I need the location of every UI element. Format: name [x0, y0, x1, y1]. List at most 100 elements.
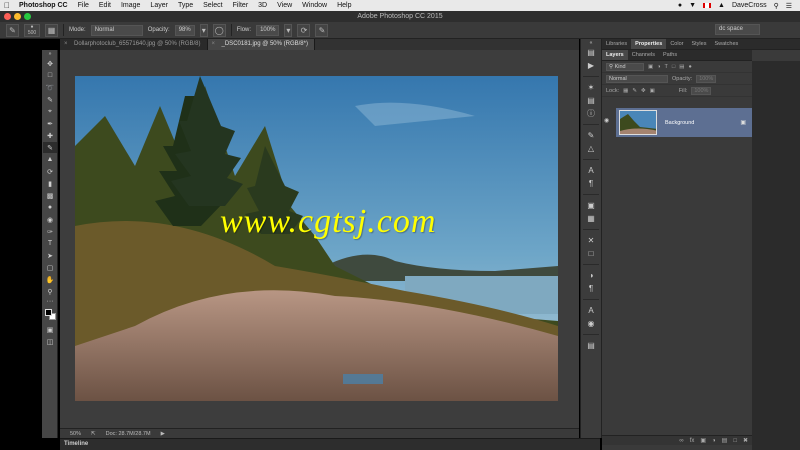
eraser-tool-icon[interactable]: ▮ [43, 178, 57, 189]
delete-layer-icon[interactable]: ✖ [743, 437, 748, 444]
tab-paths[interactable]: Paths [659, 50, 681, 60]
eyedropper-tool-icon[interactable]: ✒ [43, 118, 57, 129]
share-icon[interactable]: ⇱ [91, 431, 96, 437]
brush-tool-icon[interactable]: ✎ [43, 142, 57, 153]
mode-select[interactable]: Normal [90, 24, 143, 36]
workspace-select[interactable]: dc space [715, 24, 760, 35]
lock-position-icon[interactable]: ✥ [641, 88, 646, 94]
new-group-icon[interactable]: ▤ [722, 437, 728, 444]
adjustment-layer-icon[interactable]: ◑ [712, 438, 716, 444]
canada-flag-icon[interactable] [703, 3, 712, 8]
dock-collapse-icon[interactable]: « [581, 39, 601, 46]
apple-icon[interactable]:  [0, 1, 14, 10]
tab-properties[interactable]: Properties [631, 39, 667, 49]
move-tool-icon[interactable]: ✥ [43, 58, 57, 69]
airbrush-icon[interactable]: ⟳ [297, 23, 311, 37]
menu-type[interactable]: Type [173, 2, 198, 9]
3d-panel-icon[interactable]: ◉ [581, 317, 601, 330]
panel-collapse-icon[interactable]: » [43, 51, 57, 57]
doc-size[interactable]: Doc: 28.7M/28.7M [106, 431, 151, 437]
zoom-level[interactable]: 50% [70, 431, 81, 437]
navigator-panel-icon[interactable]: ✶ [581, 81, 601, 94]
layer-row-background[interactable]: Background ▣ [616, 108, 752, 137]
history-panel-icon[interactable]: ▤ [581, 46, 601, 59]
filter-toggle-icon[interactable]: ● [688, 64, 691, 70]
screen-mode-icon[interactable]: ◫ [43, 336, 57, 347]
brush-size-picker[interactable]: ● 500 [24, 23, 40, 37]
menu-file[interactable]: File [73, 2, 94, 9]
list-icon[interactable]: ☰ [786, 2, 792, 10]
pressure-opacity-icon[interactable]: ◯ [212, 23, 226, 37]
status-menu-icon[interactable]: ▶ [161, 431, 165, 437]
new-layer-icon[interactable]: □ [733, 438, 737, 444]
paragraph-panel-icon[interactable]: ¶ [581, 177, 601, 190]
layer-style-icon[interactable]: fx [690, 438, 695, 444]
filter-pixel-icon[interactable]: ▣ [648, 64, 653, 70]
blend-mode-select[interactable]: Normal [606, 74, 668, 83]
zoom-tool-icon[interactable]: ⚲ [43, 286, 57, 297]
menu-layer[interactable]: Layer [145, 2, 173, 9]
marquee-tool-icon[interactable]: □ [43, 70, 57, 81]
gradient-tool-icon[interactable]: ▩ [43, 190, 57, 201]
actions-panel-icon[interactable]: ▶ [581, 59, 601, 72]
volume-icon[interactable]: ▲ [718, 2, 725, 9]
doc-tab-dollarphotoclub[interactable]: × Dollarphotoclub_65571640.jpg @ 50% (RG… [60, 39, 208, 50]
history-brush-tool-icon[interactable]: ⟳ [43, 166, 57, 177]
layer-lock-icon[interactable]: ▣ [740, 119, 746, 126]
add-mask-icon[interactable]: ▣ [700, 437, 706, 444]
character-panel-icon[interactable]: A [581, 164, 601, 177]
adjustments-panel-icon[interactable]: ◑ [581, 269, 601, 282]
layer-visibility-icon[interactable]: ◉ [604, 117, 609, 124]
hand-tool-icon[interactable]: ✋ [43, 274, 57, 285]
opacity-field[interactable]: 98% [174, 24, 195, 36]
filter-smart-object-icon[interactable]: ▤ [679, 64, 684, 70]
tab-swatches[interactable]: Swatches [710, 39, 742, 49]
notes-panel-icon[interactable]: □ [581, 247, 601, 260]
close-tab-icon[interactable]: × [64, 39, 68, 50]
pen-tool-icon[interactable]: ✑ [43, 226, 57, 237]
user-name[interactable]: DaveCross [732, 2, 767, 9]
creative-cloud-icon[interactable]: ● [678, 2, 682, 9]
paragraph-styles-icon[interactable]: ¶ [581, 282, 601, 295]
lock-paint-icon[interactable]: ✎ [632, 88, 637, 94]
flow-dropdown-icon[interactable]: ▾ [284, 23, 293, 37]
tab-color[interactable]: Color [666, 39, 687, 49]
type-tool-icon[interactable]: T [43, 238, 57, 249]
menu-edit[interactable]: Edit [94, 2, 116, 9]
foreground-color-swatch[interactable] [45, 309, 52, 316]
dodge-tool-icon[interactable]: ◉ [43, 214, 57, 225]
tab-styles[interactable]: Styles [687, 39, 710, 49]
glyphs-panel-icon[interactable]: ▣ [581, 199, 601, 212]
character-styles-icon[interactable]: A [581, 304, 601, 317]
color-swatches[interactable] [43, 307, 57, 321]
layer-name[interactable]: Background [665, 120, 694, 126]
blur-tool-icon[interactable]: ● [43, 202, 57, 213]
filter-type-icon[interactable]: T [665, 64, 668, 70]
histogram-panel-icon[interactable]: ▤ [581, 94, 601, 107]
zoom-window-icon[interactable] [24, 13, 31, 20]
menu-view[interactable]: View [272, 2, 297, 9]
tab-libraries[interactable]: Libraries [602, 39, 631, 49]
doc-tab-dsc0181[interactable]: × _DSC0181.jpg @ 50% (RGB/8*) [207, 39, 315, 50]
menu-help[interactable]: Help [332, 2, 356, 9]
timeline-panel-tab[interactable]: Timeline [60, 438, 600, 450]
brush-tool-preset-icon[interactable]: ✎ [6, 23, 19, 37]
menu-select[interactable]: Select [198, 2, 227, 9]
healing-brush-tool-icon[interactable]: ✚ [43, 130, 57, 141]
filter-shape-icon[interactable]: □ [672, 64, 675, 70]
pressure-size-icon[interactable]: ✎ [315, 23, 329, 37]
minimize-window-icon[interactable] [14, 13, 21, 20]
rectangle-tool-icon[interactable]: ▢ [43, 262, 57, 273]
lock-transparent-icon[interactable]: ▦ [623, 88, 628, 94]
info-panel-icon[interactable]: ⓘ [581, 107, 601, 120]
clone-source-panel-icon[interactable]: △ [581, 142, 601, 155]
quick-mask-icon[interactable]: ▣ [43, 324, 57, 335]
tool-more-icon[interactable]: ··· [43, 298, 57, 305]
tab-layers[interactable]: Layers [602, 50, 628, 60]
clone-stamp-tool-icon[interactable]: ▲ [43, 154, 57, 165]
menu-filter[interactable]: Filter [228, 2, 254, 9]
layer-comps-panel-icon[interactable]: ▦ [581, 212, 601, 225]
menu-3d[interactable]: 3D [253, 2, 272, 9]
lasso-tool-icon[interactable]: ➰ [43, 82, 57, 93]
close-tab-icon[interactable]: × [212, 39, 216, 50]
